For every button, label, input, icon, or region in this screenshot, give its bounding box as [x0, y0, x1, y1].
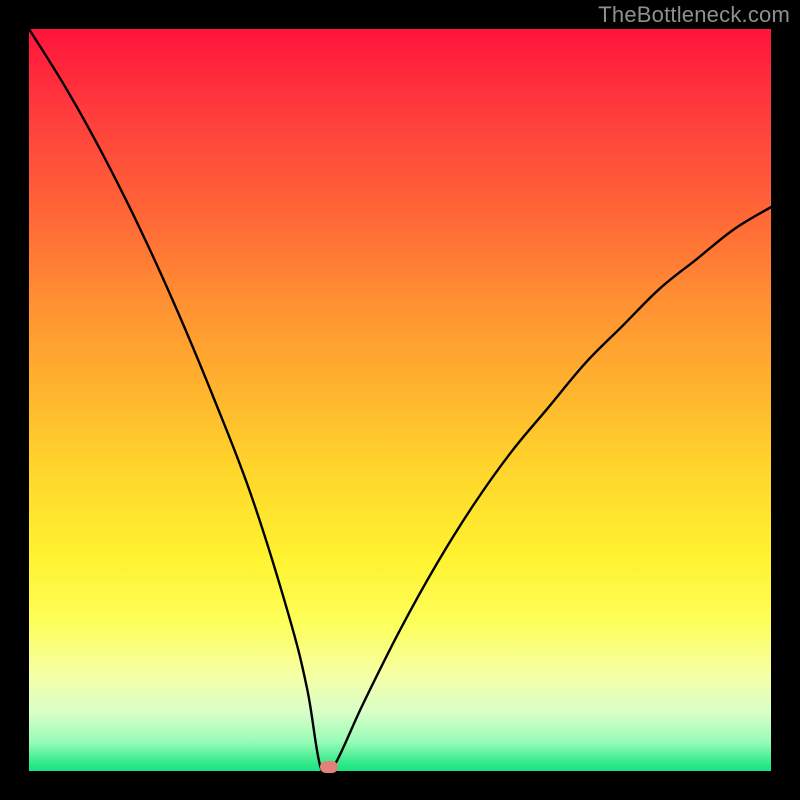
outer-frame: TheBottleneck.com [0, 0, 800, 800]
watermark-text: TheBottleneck.com [598, 2, 790, 28]
plot-area [29, 29, 771, 771]
curve-path [29, 29, 771, 771]
minimum-marker [320, 761, 338, 773]
curve-svg [29, 29, 771, 771]
